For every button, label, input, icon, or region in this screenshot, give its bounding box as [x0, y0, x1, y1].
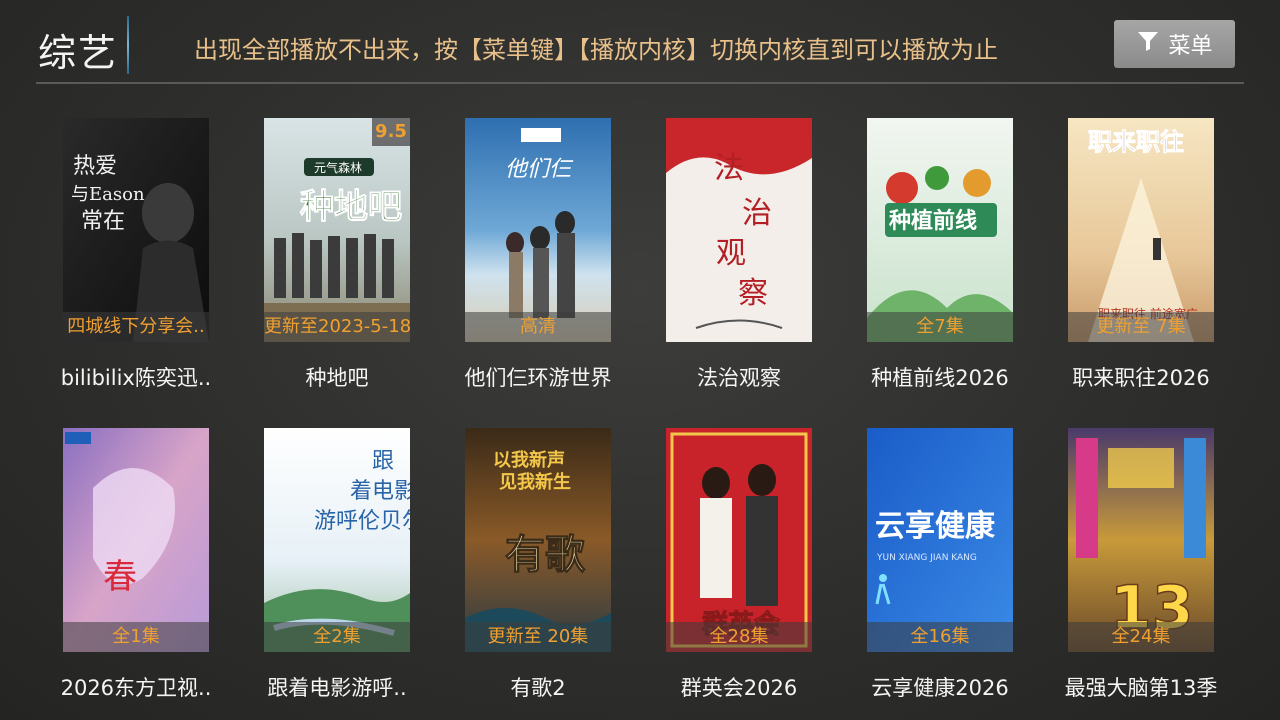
video-card[interactable]: 13 全24集 最强大脑第13季	[1040, 428, 1240, 720]
video-title: 2026东方卫视..	[60, 676, 212, 700]
video-title: 他们仨环游世界	[464, 366, 612, 390]
svg-text:察: 察	[738, 276, 768, 311]
svg-text:春: 春	[103, 557, 137, 597]
video-title: 种地吧	[305, 366, 369, 390]
video-card[interactable]: 职来职往 职来职往 前途宽广 更新至 7集 职来职往2026	[1040, 118, 1240, 418]
page-title: 综艺	[38, 31, 119, 75]
video-card[interactable]: 热爱 与Eason 常在 四城线下分享会.. bilibilix陈奕迅..	[35, 118, 235, 418]
episode-badge: 全2集	[264, 622, 410, 652]
menu-button-label: 菜单	[1168, 34, 1213, 59]
video-card[interactable]: 法 治 观 察 法治观察	[638, 118, 838, 418]
svg-text:热爱: 热爱	[73, 154, 117, 179]
notice-text: 出现全部播放不出来，按【菜单键】【播放内核】切换内核直到可以播放为止	[194, 36, 998, 64]
filter-icon	[1136, 29, 1160, 59]
poster-image: 以我新声 见我新生 有歌 更新至 20集	[465, 428, 611, 652]
svg-text:与Eason: 与Eason	[71, 184, 145, 205]
menu-button[interactable]: 菜单	[1114, 20, 1235, 68]
episode-badge: 全24集	[1068, 622, 1214, 652]
video-card[interactable]: 元气森林 种地吧 9.5 更新至2023-5-18. 种地吧	[236, 118, 436, 418]
header-bar: 综艺 出现全部播放不出来，按【菜单键】【播放内核】切换内核直到可以播放为止 菜单	[0, 0, 1280, 86]
svg-text:YUN XIANG JIAN KANG: YUN XIANG JIAN KANG	[876, 553, 977, 563]
poster-image: 13 全24集	[1068, 428, 1214, 652]
episode-badge: 更新至2023-5-18.	[264, 312, 410, 342]
poster-image: 跟 着电影 游呼伦贝尔 全2集	[264, 428, 410, 652]
video-card[interactable]: 他们仨 高清 他们仨环游世界	[437, 118, 637, 418]
video-title: 法治观察	[697, 366, 781, 390]
svg-text:治: 治	[742, 196, 772, 231]
episode-badge: 全1集	[63, 622, 209, 652]
svg-text:职来职往: 职来职往	[1088, 128, 1184, 156]
video-title: 云享健康2026	[871, 676, 1009, 700]
svg-text:游呼伦贝尔: 游呼伦贝尔	[314, 509, 410, 534]
title-divider	[127, 16, 129, 74]
episode-badge: 更新至 7集	[1068, 312, 1214, 342]
svg-text:种地吧: 种地吧	[300, 187, 402, 227]
poster-image: 热爱 与Eason 常在 四城线下分享会..	[63, 118, 209, 342]
video-title: 种植前线2026	[871, 366, 1009, 390]
video-title: 群英会2026	[680, 676, 798, 700]
svg-text:跟: 跟	[372, 449, 394, 474]
episode-badge: 全7集	[867, 312, 1013, 342]
rating-badge: 9.5	[372, 118, 410, 146]
episode-badge: 四城线下分享会..	[63, 312, 209, 342]
svg-text:以我新声: 以我新声	[493, 449, 565, 471]
episode-badge: 全28集	[666, 622, 812, 652]
video-title: 有歌2	[510, 676, 566, 700]
svg-text:元气森林: 元气森林	[314, 160, 362, 175]
video-title: bilibilix陈奕迅..	[60, 366, 212, 390]
video-title: 职来职往2026	[1072, 366, 1210, 390]
video-title: 最强大脑第13季	[1064, 676, 1218, 700]
video-card[interactable]: 种植前线 全7集 种植前线2026	[839, 118, 1039, 418]
poster-image: 云享健康 YUN XIANG JIAN KANG 全16集	[867, 428, 1013, 652]
poster-image: 群英会 全28集	[666, 428, 812, 652]
video-card[interactable]: 春 全1集 2026东方卫视..	[35, 428, 235, 720]
video-title: 跟着电影游呼..	[267, 676, 407, 700]
svg-text:有歌: 有歌	[505, 531, 586, 578]
poster-image: 职来职往 职来职往 前途宽广 更新至 7集	[1068, 118, 1214, 342]
video-card[interactable]: 跟 着电影 游呼伦贝尔 全2集 跟着电影游呼..	[236, 428, 436, 720]
svg-text:着电影: 着电影	[350, 479, 410, 504]
svg-text:他们仨: 他们仨	[505, 157, 574, 182]
poster-image: 种植前线 全7集	[867, 118, 1013, 342]
svg-text:云享健康: 云享健康	[875, 509, 996, 544]
poster-image: 元气森林 种地吧 9.5 更新至2023-5-18.	[264, 118, 410, 342]
video-card[interactable]: 云享健康 YUN XIANG JIAN KANG 全16集 云享健康2026	[839, 428, 1039, 720]
poster-image: 春 全1集	[63, 428, 209, 652]
poster-image: 法 治 观 察	[666, 118, 812, 342]
svg-text:见我新生: 见我新生	[499, 471, 571, 493]
video-card[interactable]: 群英会 全28集 群英会2026	[638, 428, 838, 720]
episode-badge: 高清	[465, 312, 611, 342]
video-card[interactable]: 以我新声 见我新生 有歌 更新至 20集 有歌2	[437, 428, 637, 720]
svg-text:观: 观	[716, 236, 746, 271]
episode-badge: 更新至 20集	[465, 622, 611, 652]
svg-text:种植前线: 种植前线	[889, 208, 977, 234]
header-divider	[36, 82, 1244, 84]
episode-badge: 全16集	[867, 622, 1013, 652]
svg-text:常在: 常在	[81, 209, 125, 234]
svg-text:法: 法	[714, 151, 744, 186]
poster-image: 他们仨 高清	[465, 118, 611, 342]
